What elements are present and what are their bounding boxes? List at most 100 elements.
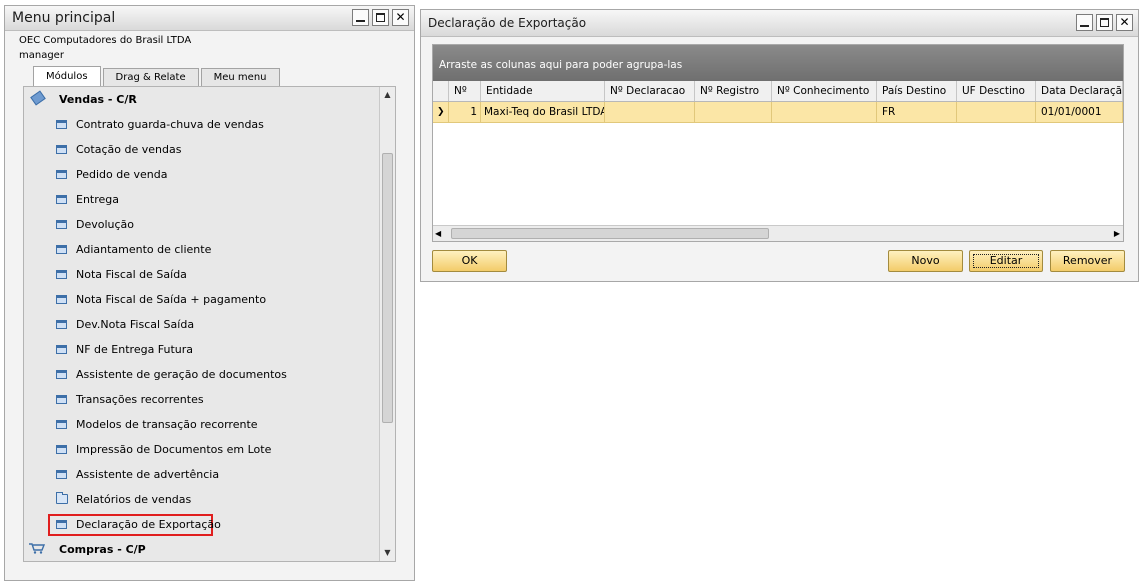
menu-item-modelos-transacao[interactable]: Modelos de transação recorrente bbox=[24, 412, 380, 437]
scroll-up-icon[interactable]: ▲ bbox=[380, 87, 395, 103]
menu-item-label: Entrega bbox=[76, 193, 120, 206]
form-icon bbox=[56, 370, 67, 379]
column-header-pais[interactable]: País Destino bbox=[877, 81, 957, 101]
menu-item-declaracao-exportacao[interactable]: Declaração de Exportação bbox=[24, 512, 380, 537]
menu-item-relatorios-vendas[interactable]: Relatórios de vendas bbox=[24, 487, 380, 512]
cell-data[interactable]: 01/01/0001 bbox=[1036, 102, 1123, 122]
menu-item-nf-entrega-futura[interactable]: NF de Entrega Futura bbox=[24, 337, 380, 362]
minimize-icon bbox=[356, 20, 365, 22]
form-icon bbox=[56, 295, 67, 304]
remover-button[interactable]: Remover bbox=[1050, 250, 1125, 272]
menu-item-assistente-geracao[interactable]: Assistente de geração de documentos bbox=[24, 362, 380, 387]
menu-item-dev-nota-fiscal[interactable]: Dev.Nota Fiscal Saída bbox=[24, 312, 380, 337]
menu-item-assistente-advertencia[interactable]: Assistente de advertência bbox=[24, 462, 380, 487]
scroll-left-icon[interactable]: ◀ bbox=[435, 226, 441, 241]
form-icon bbox=[56, 270, 67, 279]
export-declaration-window: Declaração de Exportação ✕ Arraste as co… bbox=[420, 9, 1139, 282]
menu-item-label: Devolução bbox=[76, 218, 135, 231]
export-declaration-title: Declaração de Exportação bbox=[428, 16, 587, 30]
novo-button[interactable]: Novo bbox=[888, 250, 963, 272]
maximize-icon bbox=[376, 13, 385, 22]
tab-modulos[interactable]: Módulos bbox=[33, 66, 101, 86]
minimize-icon bbox=[1080, 25, 1089, 27]
column-header-registro[interactable]: Nº Registro bbox=[695, 81, 772, 101]
cell-pais[interactable]: FR bbox=[877, 102, 957, 122]
grid-header: Nº Entidade Nº Declaracao Nº Registro Nº… bbox=[433, 81, 1123, 102]
module-vendas[interactable]: Vendas - C/R bbox=[24, 87, 380, 112]
scroll-thumb[interactable] bbox=[451, 228, 769, 239]
user-name: manager bbox=[19, 50, 64, 61]
menu-item-label: Contrato guarda-chuva de vendas bbox=[76, 118, 264, 131]
column-header-declaracao[interactable]: Nº Declaracao bbox=[605, 81, 695, 101]
menu-item-label: Transações recorrentes bbox=[76, 393, 204, 406]
module-compras-label: Compras - C/P bbox=[59, 543, 146, 556]
column-header-conhecimento[interactable]: Nº Conhecimento bbox=[772, 81, 877, 101]
scroll-down-icon[interactable]: ▼ bbox=[380, 545, 395, 561]
cell-entidade[interactable]: Maxi-Teq do Brasil LTDA bbox=[481, 102, 605, 122]
menu-vertical-scrollbar[interactable]: ▲ ▼ bbox=[379, 87, 395, 561]
menu-item-label: Dev.Nota Fiscal Saída bbox=[76, 318, 195, 331]
menu-item-label: Relatórios de vendas bbox=[76, 493, 192, 506]
table-row[interactable]: ❯ 1 Maxi-Teq do Brasil LTDA FR 01/01/000… bbox=[433, 102, 1123, 123]
grid-horizontal-scrollbar[interactable]: ◀ ▶ bbox=[433, 225, 1123, 241]
maximize-button[interactable] bbox=[1096, 14, 1113, 31]
column-header-no[interactable]: Nº bbox=[449, 81, 481, 101]
minimize-button[interactable] bbox=[352, 9, 369, 26]
row-selector-header bbox=[433, 81, 449, 101]
form-icon bbox=[56, 195, 67, 204]
menu-item-nota-fiscal-saida[interactable]: Nota Fiscal de Saída bbox=[24, 262, 380, 287]
menu-item-contrato[interactable]: Contrato guarda-chuva de vendas bbox=[24, 112, 380, 137]
menu-tabs: Módulos Drag & Relate Meu menu bbox=[33, 66, 282, 86]
column-header-data[interactable]: Data Declaração bbox=[1036, 81, 1123, 101]
cell-registro[interactable] bbox=[695, 102, 772, 122]
menu-item-entrega[interactable]: Entrega bbox=[24, 187, 380, 212]
menu-item-label: Assistente de geração de documentos bbox=[76, 368, 287, 381]
maximize-button[interactable] bbox=[372, 9, 389, 26]
menu-item-label: Cotação de vendas bbox=[76, 143, 182, 156]
minimize-button[interactable] bbox=[1076, 14, 1093, 31]
cell-declaracao[interactable] bbox=[605, 102, 695, 122]
menu-item-devolucao[interactable]: Devolução bbox=[24, 212, 380, 237]
export-declaration-titlebar[interactable]: Declaração de Exportação ✕ bbox=[421, 10, 1138, 37]
menu-item-label: Impressão de Documentos em Lote bbox=[76, 443, 272, 456]
main-menu-titlebar[interactable]: Menu principal ✕ bbox=[5, 6, 414, 31]
folder-icon bbox=[56, 492, 68, 504]
main-menu-title: Menu principal bbox=[12, 10, 116, 26]
ok-button[interactable]: OK bbox=[432, 250, 507, 272]
group-by-area[interactable]: Arraste as colunas aqui para poder agrup… bbox=[433, 45, 1123, 81]
column-header-uf[interactable]: UF Desctino bbox=[957, 81, 1036, 101]
module-compras[interactable]: Compras - C/P bbox=[24, 537, 380, 561]
cell-uf[interactable] bbox=[957, 102, 1036, 122]
form-icon bbox=[56, 520, 67, 529]
menu-item-label: Modelos de transação recorrente bbox=[76, 418, 258, 431]
menu-item-impressao-lote[interactable]: Impressão de Documentos em Lote bbox=[24, 437, 380, 462]
cart-icon bbox=[29, 543, 45, 554]
row-pointer-icon: ❯ bbox=[433, 102, 449, 122]
close-button[interactable]: ✕ bbox=[1116, 14, 1133, 31]
editar-button[interactable]: Editar bbox=[969, 250, 1043, 272]
tab-drag-relate[interactable]: Drag & Relate bbox=[102, 68, 199, 86]
close-button[interactable]: ✕ bbox=[392, 9, 409, 26]
cell-no[interactable]: 1 bbox=[449, 102, 481, 122]
menu-item-label: Declaração de Exportação bbox=[76, 518, 221, 531]
module-vendas-label: Vendas - C/R bbox=[59, 93, 137, 106]
tag-icon bbox=[30, 90, 46, 106]
column-header-entidade[interactable]: Entidade bbox=[481, 81, 605, 101]
menu-item-adiantamento[interactable]: Adiantamento de cliente bbox=[24, 237, 380, 262]
menu-item-label: Adiantamento de cliente bbox=[76, 243, 212, 256]
menu-item-nota-fiscal-pagamento[interactable]: Nota Fiscal de Saída + pagamento bbox=[24, 287, 380, 312]
scroll-right-icon[interactable]: ▶ bbox=[1114, 226, 1120, 241]
menu-item-label: NF de Entrega Futura bbox=[76, 343, 194, 356]
form-icon bbox=[56, 245, 67, 254]
menu-item-cotacao[interactable]: Cotação de vendas bbox=[24, 137, 380, 162]
form-icon bbox=[56, 220, 67, 229]
menu-list: Vendas - C/R Contrato guarda-chuva de ve… bbox=[24, 87, 380, 561]
tab-meu-menu[interactable]: Meu menu bbox=[200, 68, 280, 86]
cell-conhecimento[interactable] bbox=[772, 102, 877, 122]
menu-item-label: Nota Fiscal de Saída + pagamento bbox=[76, 293, 267, 306]
form-icon bbox=[56, 420, 67, 429]
form-icon bbox=[56, 470, 67, 479]
menu-item-transacoes-recorrentes[interactable]: Transações recorrentes bbox=[24, 387, 380, 412]
menu-item-pedido[interactable]: Pedido de venda bbox=[24, 162, 380, 187]
scroll-thumb[interactable] bbox=[382, 153, 393, 423]
